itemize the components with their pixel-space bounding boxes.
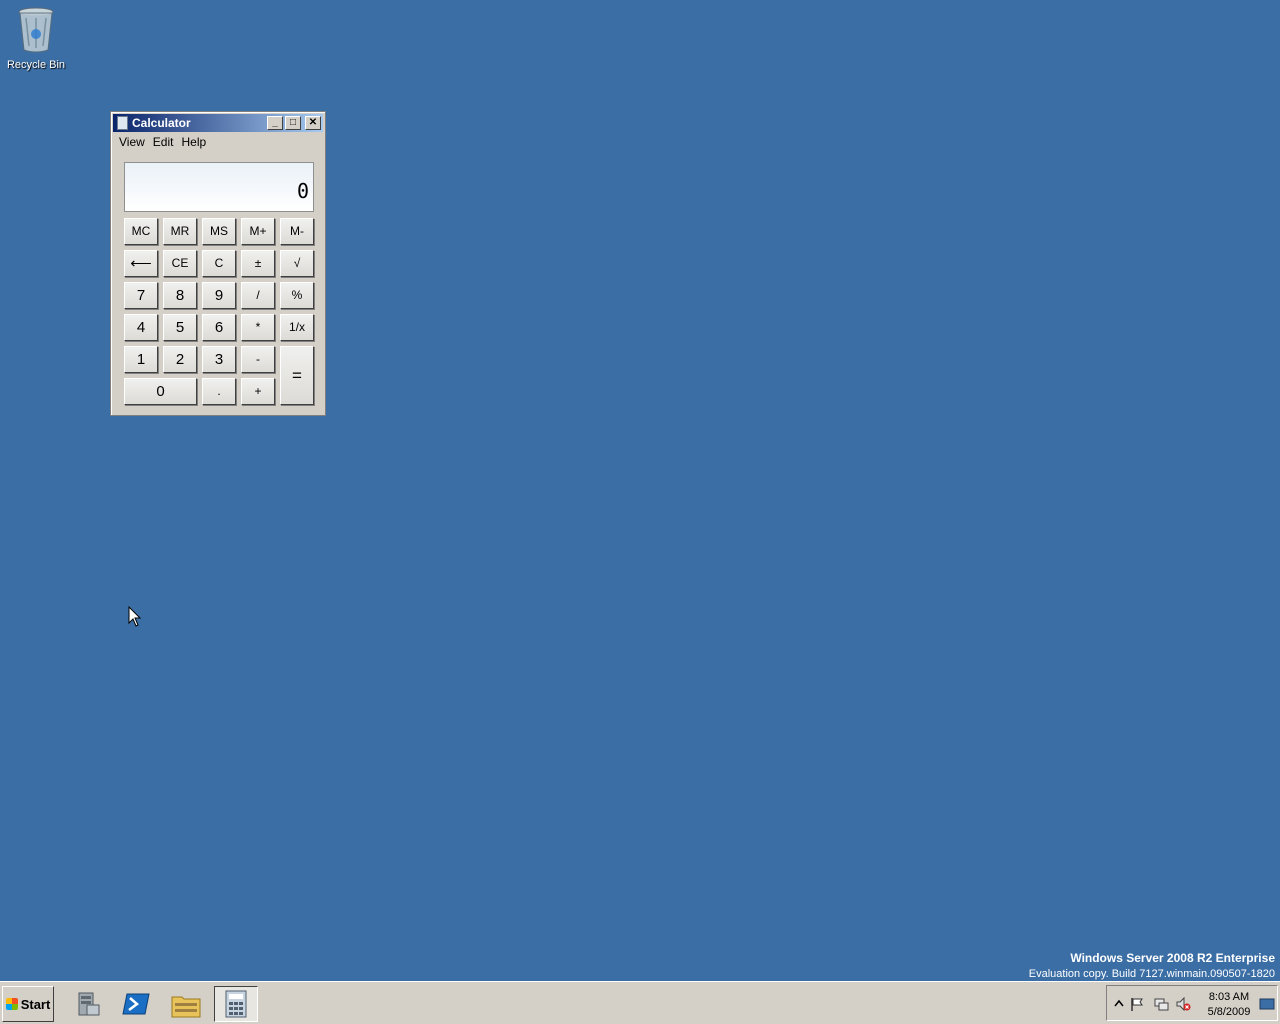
recycle-bin-label: Recycle Bin xyxy=(6,59,66,71)
calculator-display: 0 xyxy=(124,162,314,212)
digit-5-button[interactable]: 5 xyxy=(163,314,197,341)
digit-3-button[interactable]: 3 xyxy=(202,346,236,373)
menu-help[interactable]: Help xyxy=(177,134,210,152)
divide-button[interactable]: / xyxy=(241,282,275,309)
multiply-button[interactable]: * xyxy=(241,314,275,341)
system-tray: 8:03 AM 5/8/2009 xyxy=(1106,985,1278,1021)
taskbar-powershell[interactable] xyxy=(115,986,159,1022)
system-info: Windows Server 2008 R2 Enterprise Evalua… xyxy=(1029,950,1275,982)
mc-button[interactable]: MC xyxy=(124,218,158,245)
start-button[interactable]: Start xyxy=(2,986,54,1022)
clear-button[interactable]: C xyxy=(202,250,236,277)
sqrt-button[interactable]: √ xyxy=(280,250,314,277)
windows-logo-icon xyxy=(5,998,18,1010)
m-minus-button[interactable]: M- xyxy=(280,218,314,245)
mouse-cursor-icon xyxy=(128,606,142,627)
window-title: Calculator xyxy=(132,116,191,130)
taskbar-explorer[interactable] xyxy=(164,986,208,1022)
action-center-flag-icon[interactable] xyxy=(1129,996,1145,1012)
recycle-bin-icon xyxy=(18,7,54,53)
taskbar: Start 8:03 AM 5/8/2009 xyxy=(0,981,1280,1024)
show-hidden-icons-icon[interactable] xyxy=(1111,996,1127,1012)
taskbar-server-manager[interactable] xyxy=(66,986,110,1022)
menu-bar: View Edit Help xyxy=(115,134,210,152)
maximize-button[interactable]: □ xyxy=(285,116,301,130)
start-label: Start xyxy=(20,996,51,1012)
mr-button[interactable]: MR xyxy=(163,218,197,245)
digit-4-button[interactable]: 4 xyxy=(124,314,158,341)
volume-muted-icon[interactable] xyxy=(1175,996,1191,1012)
reciprocal-button[interactable]: 1/x xyxy=(280,314,314,341)
calculator-icon xyxy=(225,990,247,1018)
backspace-button[interactable]: ⟵ xyxy=(124,250,158,277)
digit-8-button[interactable]: 8 xyxy=(163,282,197,309)
calculator-window: Calculator _ □ ✕ View Edit Help 0 MC MR … xyxy=(110,111,326,416)
clock[interactable]: 8:03 AM 5/8/2009 xyxy=(1203,990,1255,1020)
folder-icon xyxy=(171,996,201,1018)
clock-time: 8:03 AM xyxy=(1208,991,1250,1003)
digit-2-button[interactable]: 2 xyxy=(163,346,197,373)
digit-6-button[interactable]: 6 xyxy=(202,314,236,341)
minus-button[interactable]: - xyxy=(241,346,275,373)
taskbar-calculator[interactable] xyxy=(214,986,258,1022)
powershell-icon xyxy=(122,993,150,1015)
os-edition-text: Windows Server 2008 R2 Enterprise xyxy=(1070,951,1275,965)
calculator-titlebar[interactable]: Calculator _ □ ✕ xyxy=(113,114,323,132)
digit-1-button[interactable]: 1 xyxy=(124,346,158,373)
calculator-app-icon xyxy=(117,116,128,130)
network-icon[interactable] xyxy=(1153,996,1169,1012)
recycle-bin-desktop-icon[interactable]: Recycle Bin xyxy=(4,6,68,71)
equals-button[interactable]: = xyxy=(280,346,314,405)
digit-0-button[interactable]: 0 xyxy=(124,378,197,405)
close-button[interactable]: ✕ xyxy=(305,116,321,130)
m-plus-button[interactable]: M+ xyxy=(241,218,275,245)
menu-view[interactable]: View xyxy=(115,134,149,152)
clock-date: 5/8/2009 xyxy=(1207,1006,1251,1018)
ce-button[interactable]: CE xyxy=(163,250,197,277)
minimize-button[interactable]: _ xyxy=(267,116,283,130)
digit-7-button[interactable]: 7 xyxy=(124,282,158,309)
build-text: Evaluation copy. Build 7127.winmain.0905… xyxy=(1028,968,1275,980)
plus-button[interactable]: + xyxy=(241,378,275,405)
menu-edit[interactable]: Edit xyxy=(149,134,178,152)
decimal-button[interactable]: . xyxy=(202,378,236,405)
server-manager-icon xyxy=(78,992,100,1016)
percent-button[interactable]: % xyxy=(280,282,314,309)
plus-minus-button[interactable]: ± xyxy=(241,250,275,277)
digit-9-button[interactable]: 9 xyxy=(202,282,236,309)
ms-button[interactable]: MS xyxy=(202,218,236,245)
show-desktop-icon[interactable] xyxy=(1259,996,1275,1012)
